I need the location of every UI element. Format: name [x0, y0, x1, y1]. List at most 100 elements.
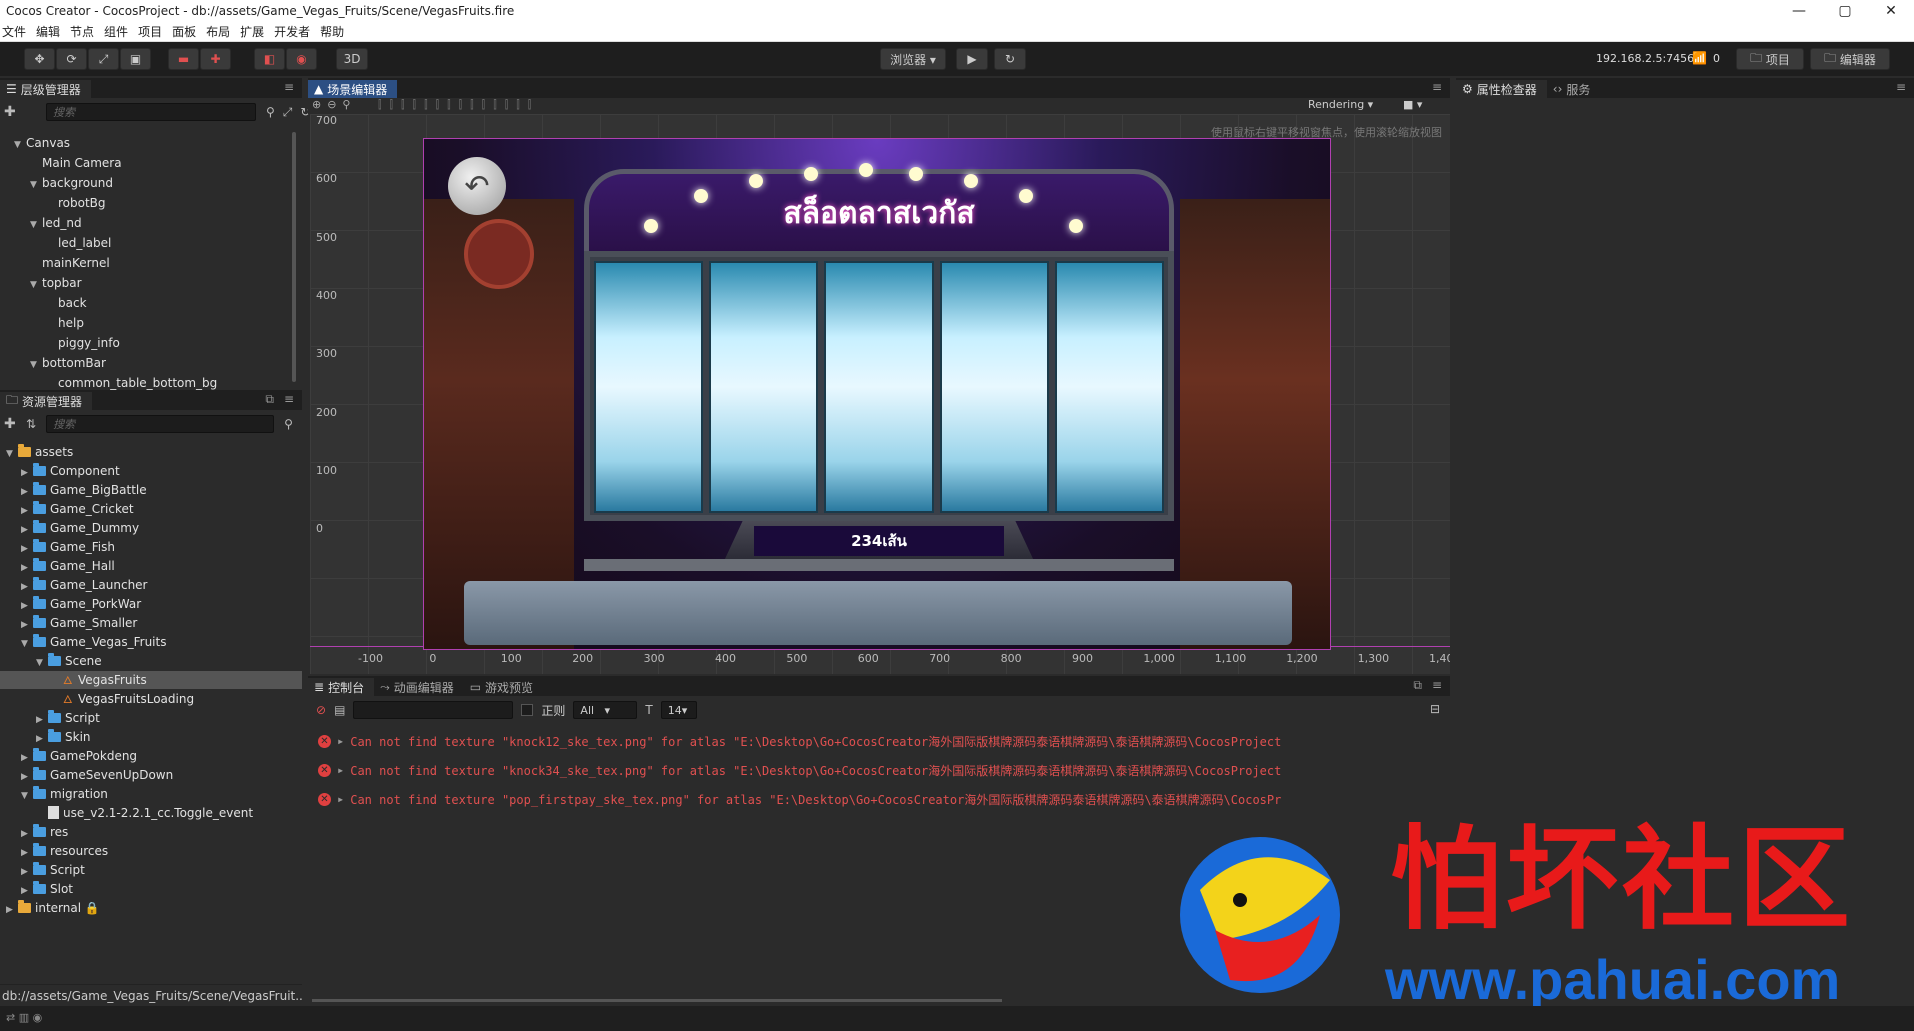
hierarchy-node[interactable]: mainKernel	[30, 254, 110, 272]
asset-item[interactable]: ▼ assets	[0, 443, 302, 461]
menu-node[interactable]: 节点	[68, 23, 102, 40]
assets-menu-icon[interactable]: ≡	[284, 392, 294, 406]
expand-arrow-icon[interactable]: ▼	[36, 654, 48, 672]
minimize-button[interactable]: —	[1776, 3, 1822, 19]
menu-file[interactable]: 文件	[0, 23, 34, 40]
sort-icon[interactable]: ⇅	[26, 417, 36, 431]
menu-project[interactable]: 项目	[136, 23, 170, 40]
hierarchy-node[interactable]: ▼ led_nd	[30, 214, 82, 232]
console-filter-input[interactable]	[353, 701, 514, 719]
asset-item[interactable]: 🜂 VegasFruits	[0, 671, 302, 689]
asset-item[interactable]: ▶ Script	[0, 861, 302, 879]
game-canvas[interactable]: ↶ สล็อตลาสเวกัส 234เส้น	[423, 138, 1331, 650]
asset-item[interactable]: ▶ GamePokdeng	[0, 747, 302, 765]
expand-arrow-icon[interactable]: ▶	[21, 502, 33, 520]
expand-arrow-icon[interactable]: ▶	[21, 844, 33, 862]
expand-arrow-icon[interactable]: ▶	[21, 597, 33, 615]
snap-icon[interactable]: ◧	[254, 48, 285, 70]
add-asset-icon[interactable]: ✚	[4, 416, 20, 432]
hierarchy-node[interactable]: Main Camera	[30, 154, 122, 172]
asset-item[interactable]: ▶ res	[0, 823, 302, 841]
asset-item[interactable]: ▶ Game_Dummy	[0, 519, 302, 537]
expand-arrow-icon[interactable]: ▶	[21, 521, 33, 539]
rendering-select[interactable]: Rendering ▾	[1308, 98, 1373, 111]
tab-services[interactable]: ‹› 服务	[1547, 80, 1601, 98]
tab-animation[interactable]: ⤳ 动画编辑器	[374, 678, 464, 696]
hierarchy-node[interactable]: ▼ background	[30, 174, 113, 192]
font-size-select[interactable]: 14 ▾	[660, 701, 697, 719]
menu-extension[interactable]: 扩展	[238, 23, 272, 40]
expand-arrow-icon[interactable]: ▼	[21, 635, 33, 653]
hierarchy-node[interactable]: piggy_info	[46, 334, 120, 352]
asset-item[interactable]: use_v2.1-2.2.1_cc.Toggle_event	[0, 804, 302, 822]
regex-checkbox[interactable]	[521, 704, 534, 716]
scale-tool-icon[interactable]: ⤢	[88, 48, 119, 70]
assets-search-icon[interactable]: ⚲	[284, 417, 293, 431]
align-tools-icon[interactable]: ⫿⫿⫿⫿⫿⫿⫿⫿⫿⫿⫿⫿⫿⫿	[378, 98, 539, 112]
tab-game-preview[interactable]: ▭ 游戏预览	[464, 678, 543, 696]
expand-arrow-icon[interactable]: ▸	[337, 734, 344, 748]
expand-arrow-icon[interactable]: ▼	[21, 787, 33, 805]
hierarchy-node[interactable]: ▼ Canvas	[14, 134, 70, 152]
rotate-tool-icon[interactable]: ⟳	[56, 48, 87, 70]
asset-item[interactable]: ▶ Slot	[0, 880, 302, 898]
menu-help[interactable]: 帮助	[318, 23, 352, 40]
asset-item[interactable]: ▶ Game_Fish	[0, 538, 302, 556]
expand-arrow-icon[interactable]: ▼	[30, 216, 42, 234]
expand-arrow-icon[interactable]: ▸	[337, 763, 344, 777]
hierarchy-node[interactable]: back	[46, 294, 87, 312]
expand-arrow-icon[interactable]: ▶	[21, 483, 33, 501]
toggle-3d-button[interactable]: 3D	[336, 48, 368, 70]
expand-arrow-icon[interactable]: ▶	[21, 559, 33, 577]
expand-arrow-icon[interactable]: ▶	[21, 863, 33, 881]
rect-tool-icon[interactable]: ▣	[120, 48, 151, 70]
console-scrollbar[interactable]	[312, 999, 1002, 1002]
asset-item[interactable]: ▶ GameSevenUpDown	[0, 766, 302, 784]
hierarchy-node[interactable]: robotBg	[46, 194, 106, 212]
camera-icon[interactable]: ■ ▾	[1403, 98, 1422, 111]
assets-popout-icon[interactable]: ⧉	[265, 392, 274, 407]
expand-icon[interactable]: ⤢	[283, 105, 293, 120]
hierarchy-menu-icon[interactable]: ≡	[284, 80, 294, 94]
asset-item[interactable]: ▶ Game_Hall	[0, 557, 302, 575]
expand-arrow-icon[interactable]: ▼	[14, 136, 26, 154]
play-icon[interactable]: ▶	[956, 48, 988, 70]
slot-reel[interactable]	[824, 261, 934, 513]
tab-hierarchy[interactable]: ☰ 层级管理器	[0, 80, 91, 98]
open-log-icon[interactable]: ▤	[334, 703, 345, 717]
slot-reel[interactable]	[594, 261, 704, 513]
menu-layout[interactable]: 布局	[204, 23, 238, 40]
asset-item[interactable]: ▶ Game_Smaller	[0, 614, 302, 632]
asset-item[interactable]: ▼ Game_Vegas_Fruits	[0, 633, 302, 651]
log-level-select[interactable]: All ▾	[573, 701, 638, 719]
asset-item[interactable]: ▶ Script	[0, 709, 302, 727]
assets-search-input[interactable]: 搜索	[46, 415, 275, 433]
asset-item[interactable]: ▶ Game_BigBattle	[0, 481, 302, 499]
add-node-icon[interactable]: ✚	[4, 104, 20, 120]
console-error-line[interactable]: ✕ ▸ Can not find texture "knock12_ske_tex.…	[318, 731, 1438, 751]
search-icon[interactable]: ⚲	[266, 105, 275, 119]
expand-arrow-icon[interactable]: ▼	[30, 356, 42, 374]
expand-arrow-icon[interactable]: ▶	[6, 901, 18, 919]
menu-panel[interactable]: 面板	[170, 23, 204, 40]
grid-icon[interactable]: ◉	[286, 48, 317, 70]
tab-scene[interactable]: ▲ 场景编辑器	[308, 80, 398, 98]
expand-arrow-icon[interactable]: ▶	[36, 711, 48, 729]
refresh-icon[interactable]: ↻	[994, 48, 1026, 70]
asset-item[interactable]: ▶ Game_PorkWar	[0, 595, 302, 613]
expand-arrow-icon[interactable]: ▶	[21, 768, 33, 786]
hierarchy-node[interactable]: led_label	[46, 234, 111, 252]
expand-arrow-icon[interactable]: ▶	[21, 540, 33, 558]
expand-arrow-icon[interactable]: ▶	[21, 464, 33, 482]
maximize-button[interactable]: ▢	[1822, 3, 1868, 19]
console-menu-icon[interactable]: ≡	[1432, 678, 1442, 692]
asset-item[interactable]: ▶ Component	[0, 462, 302, 480]
expand-arrow-icon[interactable]: ▶	[21, 749, 33, 767]
move-tool-icon[interactable]: ✥	[24, 48, 55, 70]
collapse-icon[interactable]: ⊟	[1430, 702, 1440, 716]
asset-item[interactable]: ▶ Game_Launcher	[0, 576, 302, 594]
browser-select[interactable]: 浏览器 ▾	[880, 48, 946, 70]
tab-assets[interactable]: 🗀 资源管理器	[0, 392, 93, 410]
menu-component[interactable]: 组件	[102, 23, 136, 40]
hierarchy-node[interactable]: ▼ bottomBar	[30, 354, 106, 372]
